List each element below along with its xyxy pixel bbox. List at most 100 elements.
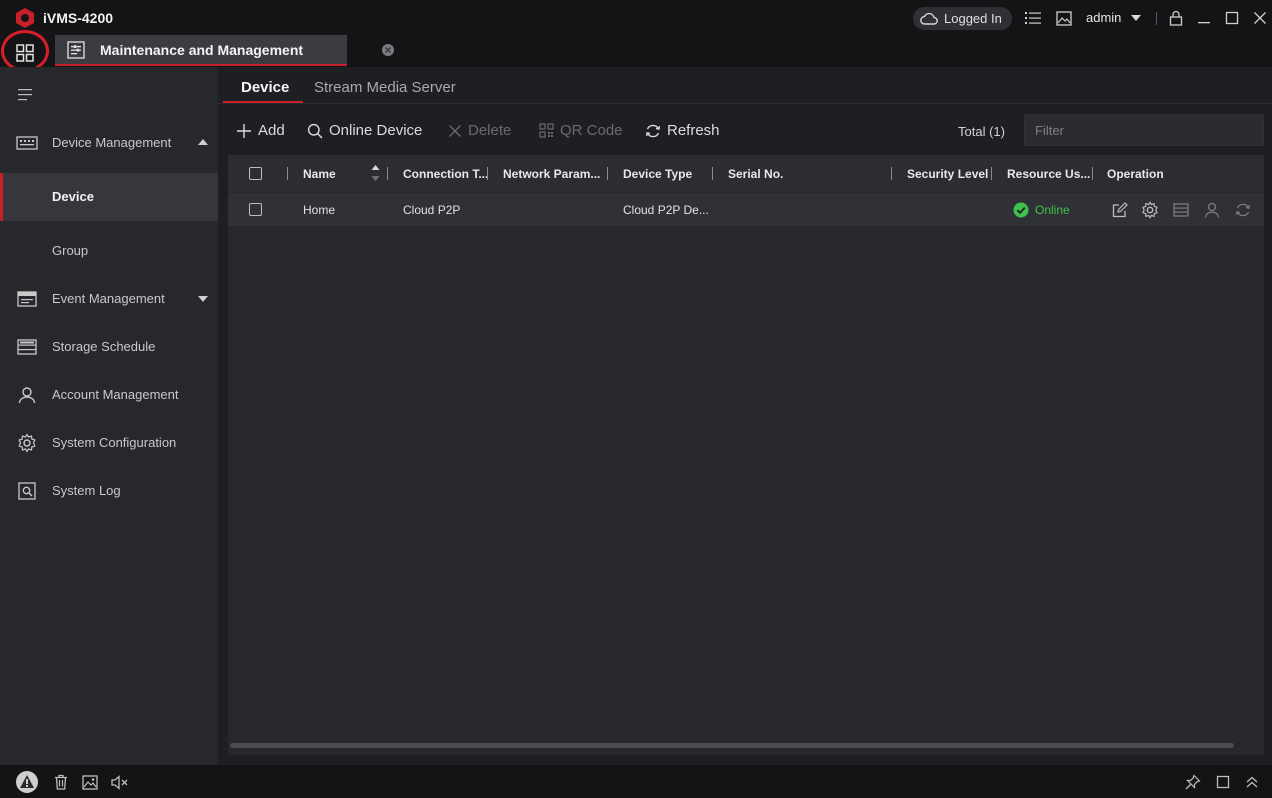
trash-icon[interactable] bbox=[51, 772, 71, 792]
tab-stream-media-server[interactable]: Stream Media Server bbox=[314, 79, 456, 96]
close-tab-icon[interactable] bbox=[381, 43, 395, 57]
task-list-icon[interactable] bbox=[1024, 9, 1042, 27]
horizontal-scrollbar[interactable] bbox=[230, 743, 1234, 748]
close-icon bbox=[448, 124, 462, 138]
system-log-icon bbox=[16, 481, 38, 501]
mute-icon[interactable] bbox=[110, 772, 130, 792]
tab-divider bbox=[218, 103, 1272, 104]
search-icon bbox=[307, 123, 323, 139]
total-count: Total (1) bbox=[958, 124, 1005, 139]
window-icon[interactable] bbox=[1213, 772, 1233, 792]
qr-code-button[interactable]: QR Code bbox=[539, 122, 623, 139]
cell-connection-type: Cloud P2P bbox=[403, 203, 461, 217]
highlight-circle bbox=[1, 30, 49, 72]
column-divider bbox=[487, 167, 488, 180]
menu-toggle-icon[interactable] bbox=[18, 88, 34, 101]
column-divider bbox=[607, 167, 608, 180]
column-header-network-parameters[interactable]: Network Param... bbox=[503, 167, 600, 181]
lock-icon[interactable] bbox=[1167, 9, 1185, 27]
double-chevron-up-icon[interactable] bbox=[1242, 772, 1262, 792]
column-divider bbox=[991, 167, 992, 180]
status-label: Online bbox=[1035, 203, 1070, 217]
sidebar-item-event-management[interactable]: Event Management bbox=[0, 275, 218, 323]
title-bar: iVMS-4200 Logged In admin bbox=[0, 0, 1272, 36]
settings-icon[interactable] bbox=[1141, 201, 1159, 219]
user-menu-caret-icon[interactable] bbox=[1131, 15, 1141, 21]
status-bar bbox=[0, 765, 1272, 798]
refresh-icon bbox=[645, 123, 661, 139]
app-logo-icon bbox=[15, 7, 35, 29]
logged-in-status-button[interactable]: Logged In bbox=[913, 7, 1012, 30]
sidebar-item-storage-schedule[interactable]: Storage Schedule bbox=[0, 323, 218, 371]
sidebar-item-label: Device Management bbox=[52, 135, 172, 150]
device-management-icon bbox=[16, 133, 38, 153]
column-header-serial-no[interactable]: Serial No. bbox=[728, 167, 783, 181]
add-label: Add bbox=[258, 122, 285, 139]
plus-icon bbox=[236, 123, 252, 139]
select-all-checkbox[interactable] bbox=[249, 167, 262, 180]
column-header-resource-usage[interactable]: Resource Us... bbox=[1007, 167, 1090, 181]
column-header-device-type[interactable]: Device Type bbox=[623, 167, 692, 181]
pin-icon[interactable] bbox=[1183, 772, 1203, 792]
user-menu[interactable]: admin bbox=[1086, 10, 1121, 25]
sidebar-item-system-log[interactable]: System Log bbox=[0, 467, 218, 515]
delete-label: Delete bbox=[468, 122, 512, 139]
sidebar-item-group[interactable]: Group bbox=[0, 227, 218, 275]
online-device-button[interactable]: Online Device bbox=[307, 122, 422, 139]
qr-code-icon bbox=[539, 123, 554, 138]
account-icon bbox=[16, 385, 38, 405]
filter-input[interactable] bbox=[1024, 114, 1264, 146]
sort-icon[interactable] bbox=[371, 163, 380, 183]
tab-maintenance-and-management[interactable]: Maintenance and Management bbox=[55, 35, 394, 66]
main-content: Device Stream Media Server Add Online De… bbox=[218, 67, 1272, 765]
sidebar-item-device[interactable]: Device bbox=[0, 173, 218, 221]
edit-icon[interactable] bbox=[1111, 201, 1129, 219]
check-circle-icon bbox=[1013, 202, 1029, 218]
event-management-icon bbox=[16, 289, 38, 309]
delete-button[interactable]: Delete bbox=[448, 122, 511, 139]
table-row[interactable]: Home Cloud P2P Cloud P2P De... Online bbox=[228, 193, 1264, 226]
column-divider bbox=[891, 167, 892, 180]
maintenance-icon bbox=[67, 41, 85, 59]
collapse-caret-icon bbox=[198, 139, 208, 145]
user-icon[interactable] bbox=[1203, 201, 1221, 219]
remote-config-icon[interactable] bbox=[1172, 201, 1190, 219]
sidebar-item-device-management[interactable]: Device Management bbox=[0, 119, 218, 167]
sidebar-item-label: Account Management bbox=[52, 387, 179, 402]
column-divider bbox=[1092, 167, 1093, 180]
add-button[interactable]: Add bbox=[236, 122, 285, 139]
column-header-connection-type[interactable]: Connection T... bbox=[403, 167, 488, 181]
sidebar-item-system-configuration[interactable]: System Configuration bbox=[0, 419, 218, 467]
table-header: Name Connection T... Network Param... De… bbox=[228, 155, 1264, 192]
status-badge: Online bbox=[1013, 202, 1070, 218]
online-device-label: Online Device bbox=[329, 122, 423, 139]
column-header-security-level[interactable]: Security Level bbox=[907, 167, 988, 181]
logged-in-label: Logged In bbox=[944, 11, 1002, 26]
picture-icon[interactable] bbox=[1055, 9, 1073, 27]
tab-device[interactable]: Device bbox=[241, 79, 289, 96]
tab-label: Maintenance and Management bbox=[100, 42, 304, 58]
column-divider bbox=[387, 167, 388, 180]
storage-schedule-icon bbox=[16, 337, 38, 357]
sidebar-item-label: Event Management bbox=[52, 291, 165, 306]
row-checkbox[interactable] bbox=[249, 203, 262, 216]
qr-code-label: QR Code bbox=[560, 122, 623, 139]
minimize-icon[interactable] bbox=[1195, 9, 1213, 27]
sidebar-item-label: System Log bbox=[52, 483, 121, 498]
sidebar-item-account-management[interactable]: Account Management bbox=[0, 371, 218, 419]
sidebar: Device Management Device Group Event Man… bbox=[0, 67, 218, 765]
column-header-name[interactable]: Name bbox=[303, 167, 336, 181]
refresh-label: Refresh bbox=[667, 122, 720, 139]
sync-icon[interactable] bbox=[1234, 201, 1252, 219]
picture-icon[interactable] bbox=[80, 772, 100, 792]
maximize-icon[interactable] bbox=[1223, 9, 1241, 27]
refresh-button[interactable]: Refresh bbox=[645, 122, 720, 139]
sidebar-item-label: Storage Schedule bbox=[52, 339, 156, 354]
app-title: iVMS-4200 bbox=[43, 10, 114, 26]
sidebar-item-label: System Configuration bbox=[52, 435, 177, 450]
cloud-icon bbox=[920, 12, 938, 25]
sidebar-item-label: Device bbox=[52, 189, 94, 204]
cell-device-type: Cloud P2P De... bbox=[623, 203, 709, 217]
alarm-warning-icon[interactable] bbox=[15, 770, 39, 794]
close-window-icon[interactable] bbox=[1251, 9, 1269, 27]
